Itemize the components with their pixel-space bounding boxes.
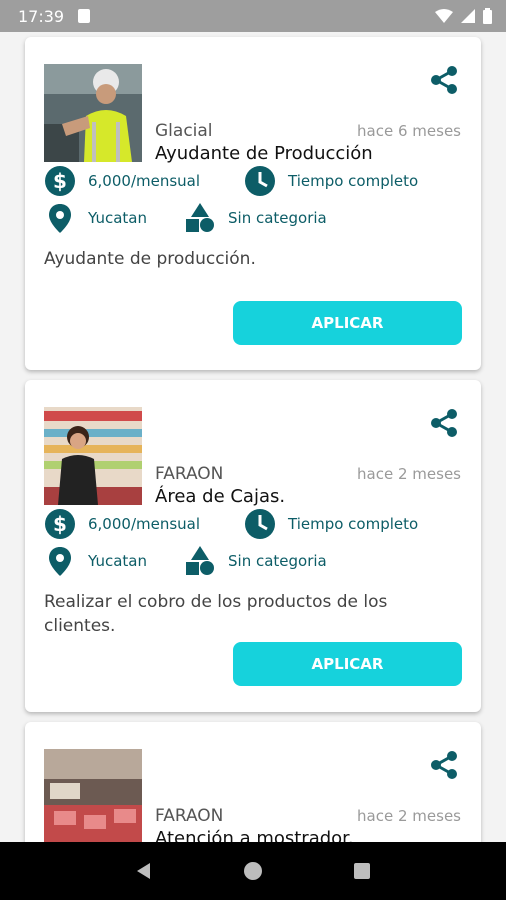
- share-icon[interactable]: [427, 748, 461, 782]
- job-title: Ayudante de Producción: [155, 143, 373, 164]
- status-time: 17:39: [18, 6, 65, 26]
- share-icon[interactable]: [427, 406, 461, 440]
- job-list[interactable]: Glacial hace 6 meses Ayudante de Producc…: [0, 32, 506, 842]
- job-image: [44, 64, 142, 162]
- category-shapes-icon: [186, 203, 214, 232]
- status-bar: 17:39: [0, 0, 506, 32]
- battery-icon: [483, 8, 492, 24]
- job-title: Atención a mostrador.: [155, 828, 354, 842]
- company-name: FARAON: [155, 464, 224, 484]
- job-image: [44, 749, 142, 842]
- schedule-info: Tiempo completo: [244, 508, 418, 540]
- dollar-icon: $: [45, 509, 75, 539]
- job-card: Glacial hace 6 meses Ayudante de Producc…: [25, 37, 481, 370]
- schedule-info: Tiempo completo: [244, 165, 418, 197]
- dollar-icon: $: [45, 166, 75, 196]
- salary-info: $ 6,000/mensual: [44, 165, 200, 197]
- schedule-label: Tiempo completo: [288, 515, 419, 533]
- salary-label: 6,000/mensual: [88, 172, 201, 190]
- signal-icon: [461, 9, 475, 23]
- posted-time: hace 2 meses: [357, 807, 461, 825]
- company-name: Glacial: [155, 121, 213, 141]
- location-info: Yucatan: [44, 545, 147, 577]
- category-info: Sin categoria: [184, 545, 327, 577]
- home-icon[interactable]: [243, 861, 263, 881]
- apply-button[interactable]: APLICAR: [233, 301, 462, 345]
- job-card: FARAON hace 2 meses Área de Cajas. $ 6,0…: [25, 380, 481, 712]
- job-card: FARAON hace 2 meses Atención a mostrador…: [25, 722, 481, 842]
- company-name: FARAON: [155, 806, 224, 826]
- schedule-label: Tiempo completo: [288, 172, 419, 190]
- job-description: Ayudante de producción.: [44, 249, 256, 269]
- category-shapes-icon: [186, 546, 214, 575]
- location-label: Yucatan: [88, 209, 147, 227]
- apply-button[interactable]: APLICAR: [233, 642, 462, 686]
- recents-icon[interactable]: [352, 861, 372, 881]
- navigation-bar: [0, 842, 506, 900]
- job-description: Realizar el cobro de los productos de lo…: [44, 592, 388, 636]
- location-info: Yucatan: [44, 202, 147, 234]
- share-icon[interactable]: [427, 63, 461, 97]
- location-pin-icon: [49, 547, 71, 576]
- category-info: Sin categoria: [184, 202, 327, 234]
- svg-text:$: $: [53, 169, 67, 193]
- clock-icon: [245, 166, 275, 196]
- location-pin-icon: [49, 204, 71, 233]
- svg-text:$: $: [53, 512, 67, 536]
- job-image: [44, 407, 142, 505]
- salary-info: $ 6,000/mensual: [44, 508, 200, 540]
- posted-time: hace 6 meses: [357, 122, 461, 140]
- category-label: Sin categoria: [228, 552, 327, 570]
- clock-icon: [245, 509, 275, 539]
- job-title: Área de Cajas.: [155, 486, 286, 507]
- posted-time: hace 2 meses: [357, 465, 461, 483]
- status-icons: [435, 8, 492, 24]
- wifi-icon: [435, 9, 453, 23]
- location-label: Yucatan: [88, 552, 147, 570]
- category-label: Sin categoria: [228, 209, 327, 227]
- sd-card-icon: [78, 9, 91, 23]
- back-icon[interactable]: [134, 861, 154, 881]
- salary-label: 6,000/mensual: [88, 515, 201, 533]
